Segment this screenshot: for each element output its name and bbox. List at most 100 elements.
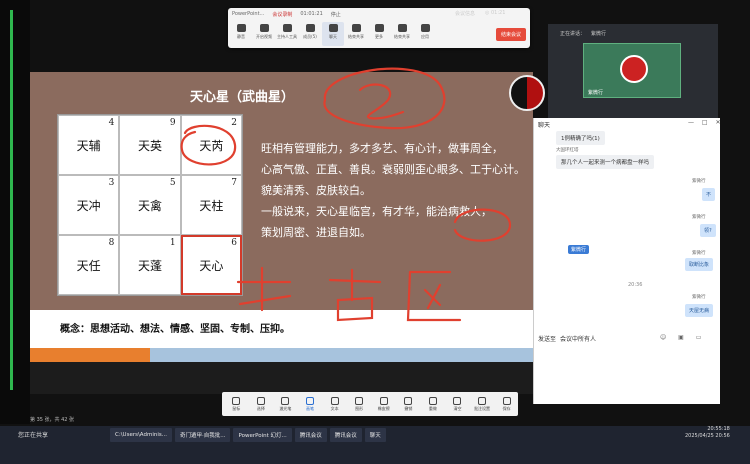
- pen-tool[interactable]: 画笔: [299, 396, 322, 412]
- taskbar-item[interactable]: 奇门遁甲·自我批...: [174, 428, 231, 442]
- chat-message: 不: [702, 188, 716, 201]
- desc-line: 貌美清秀、皮肤较白。: [261, 184, 371, 197]
- share-icon: [397, 24, 407, 32]
- mouse-tool[interactable]: 鼠标: [225, 396, 248, 412]
- meeting-info-label[interactable]: 会议信息: [455, 10, 475, 17]
- clock-date: 2025/04/25 20:56: [685, 433, 730, 439]
- stop-share-button[interactable]: 结束共享: [345, 22, 367, 46]
- annotation-settings[interactable]: 批注设置: [471, 396, 494, 412]
- slide-title: 天心星（武曲星）: [190, 90, 295, 105]
- pointer-icon: [232, 396, 241, 405]
- select-tool[interactable]: 选择: [250, 396, 273, 412]
- video-button[interactable]: 开启视频: [253, 22, 275, 46]
- host-tools-button[interactable]: 主持人工具: [276, 22, 298, 46]
- members-icon: [305, 24, 315, 32]
- button-label: 结束共享: [394, 34, 410, 39]
- slide-description: 旺相有管理能力，多才多艺、有心计，做事周全， 心高气傲、正直、善良。衰弱则歪心眼…: [261, 138, 531, 243]
- members-button[interactable]: 成员(5): [299, 22, 321, 46]
- speaker-name: 紫微行: [591, 31, 607, 37]
- eraser-tool[interactable]: 橡皮擦: [372, 396, 395, 412]
- cell-label: 天心: [199, 258, 224, 273]
- cell-label: 天英: [137, 138, 162, 153]
- chat-message: 1例精确了吗(1): [556, 131, 605, 145]
- tool-label: 鼠标: [232, 405, 241, 411]
- chat-sender: 紫微行: [692, 215, 706, 220]
- button-label: 聊天: [329, 34, 337, 39]
- cell-number: 1: [169, 238, 176, 248]
- mute-button[interactable]: 静音: [230, 22, 252, 46]
- end-meeting-button[interactable]: 结束会议: [496, 28, 526, 41]
- stop-share-icon: [351, 24, 361, 32]
- cell-number: 4: [108, 118, 115, 128]
- text-tool[interactable]: 文本: [323, 396, 346, 412]
- button-label: 成员(5): [303, 34, 317, 39]
- chat-icon: [328, 24, 338, 32]
- save-tool[interactable]: 保存: [495, 396, 518, 412]
- pen-owner-tag: 紫微行: [568, 245, 590, 254]
- clear-tool[interactable]: 清空: [446, 396, 469, 412]
- shape-tool[interactable]: 图形: [348, 396, 371, 412]
- grid-cell: 7 天柱: [180, 175, 242, 235]
- cell-number: 6: [231, 238, 237, 248]
- chat-sender: 紫微行: [692, 295, 706, 300]
- share-button[interactable]: 结束共享: [391, 22, 413, 46]
- speaking-label: 正在讲话：: [560, 31, 586, 37]
- more-button[interactable]: 更多: [368, 22, 390, 46]
- trash-icon: [453, 396, 462, 405]
- slide-bar-orange: [30, 348, 150, 362]
- chat-window-controls[interactable]: — □ ✕: [688, 119, 724, 126]
- chat-message: 那几个人一起来测一个病都盘一样吗: [556, 155, 655, 169]
- chat-input-tools[interactable]: ☺ ▣ ▭: [660, 334, 706, 341]
- tool-label: 橡皮擦: [377, 405, 390, 411]
- cell-number: 3: [108, 178, 115, 188]
- grid-cell: 5 天禽: [119, 175, 181, 235]
- taskbar-item[interactable]: 聊天: [364, 428, 386, 442]
- chat-message: 天屋无病: [685, 304, 714, 317]
- grid-cell: 8 天任: [58, 235, 120, 295]
- cell-label: 天蓬: [137, 258, 162, 273]
- taskbar-item[interactable]: 腾讯会议: [329, 428, 362, 442]
- cell-number: 9: [169, 118, 176, 128]
- taskbar-item[interactable]: PowerPoint 幻灯...: [233, 428, 292, 442]
- button-label: 更多: [375, 34, 383, 39]
- system-clock[interactable]: 20:55:18 2025/04/25 20:56: [685, 426, 730, 440]
- tool-label: 画笔: [306, 405, 315, 411]
- tool-label: 清空: [453, 405, 462, 411]
- cell-label: 天芮: [199, 138, 224, 153]
- cell-label: 天任: [76, 258, 101, 273]
- slide-bar-blue: [150, 348, 533, 362]
- taskbar-item[interactable]: C:\Users\Adminis...: [110, 428, 172, 442]
- send-to-select[interactable]: 会议中所有人: [560, 334, 596, 343]
- clock-time: 20:55:18: [707, 426, 730, 432]
- tool-label: 文本: [330, 405, 339, 411]
- redo-tool[interactable]: 重做: [422, 396, 445, 412]
- button-label: 结束共享: [348, 34, 364, 39]
- taskbar-item[interactable]: 腾讯会议: [294, 428, 327, 442]
- undo-icon: [404, 396, 413, 405]
- share-frame-border: [10, 10, 13, 390]
- tool-label: 激光笔: [279, 405, 292, 411]
- participant-avatar: [620, 55, 648, 83]
- slide-concept: 概念：思想活动、想法、情感、坚固、专制、压抑。: [60, 324, 290, 335]
- annotation-toolbar: 鼠标 选择 激光笔 画笔 文本 图形 橡皮擦 撤销 重做 清空 批注设置 保存: [222, 392, 518, 416]
- save-icon: [502, 396, 511, 405]
- tool-label: 重做: [428, 405, 437, 411]
- apps-icon: [420, 24, 430, 32]
- laser-tool[interactable]: 激光笔: [274, 396, 297, 412]
- chat-sender: 大国环红塔: [556, 148, 579, 153]
- mic-icon: [236, 24, 246, 32]
- grid-cell-highlighted: 6 天心: [180, 235, 242, 295]
- grid-cell: 4 天辅: [58, 115, 120, 175]
- slide-status: 第 35 张，共 42 张: [30, 417, 75, 423]
- chat-button[interactable]: 聊天: [322, 22, 344, 46]
- cell-label: 天禽: [137, 198, 162, 213]
- yin-yang-logo: [509, 75, 545, 111]
- cell-number: 7: [231, 178, 237, 188]
- grid-cell: 1 天蓬: [119, 235, 181, 295]
- cell-number: 2: [231, 118, 237, 128]
- eraser-icon: [379, 396, 388, 405]
- stop-recording-label[interactable]: 停止: [331, 11, 341, 18]
- undo-tool[interactable]: 撤销: [397, 396, 420, 412]
- apps-button[interactable]: 应用: [414, 22, 436, 46]
- tool-label: 选择: [256, 405, 265, 411]
